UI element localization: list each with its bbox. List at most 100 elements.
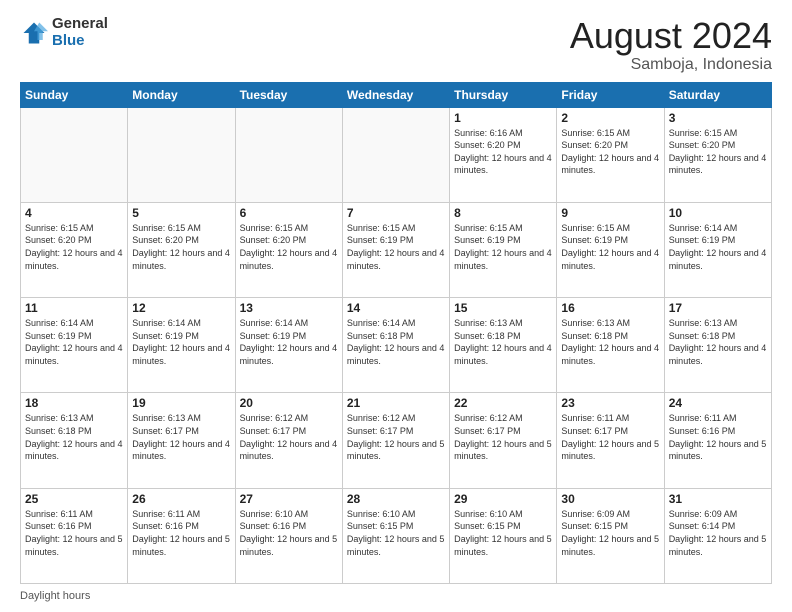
table-row: 29 Sunrise: 6:10 AMSunset: 6:15 PMDayligh… xyxy=(450,488,557,583)
day-number: 8 xyxy=(454,206,552,220)
location: Samboja, Indonesia xyxy=(570,56,772,74)
day-number: 20 xyxy=(240,396,338,410)
day-number: 2 xyxy=(561,111,659,125)
day-info: Sunrise: 6:11 AMSunset: 6:16 PMDaylight:… xyxy=(132,508,230,558)
col-saturday: Saturday xyxy=(664,82,771,107)
calendar-table: Sunday Monday Tuesday Wednesday Thursday… xyxy=(20,82,772,584)
day-number: 26 xyxy=(132,492,230,506)
table-row: 13 Sunrise: 6:14 AMSunset: 6:19 PMDayligh… xyxy=(235,298,342,393)
table-row: 19Sunrise: 6:13 AMSunset: 6:17 PMDayligh… xyxy=(128,393,235,488)
table-row: 30 Sunrise: 6:09 AMSunset: 6:15 PMDayligh… xyxy=(557,488,664,583)
col-sunday: Sunday xyxy=(21,82,128,107)
title-block: August 2024 Samboja, Indonesia xyxy=(570,16,772,74)
day-info: Sunrise: 6:15 AMSunset: 6:20 PMDaylight:… xyxy=(561,127,659,177)
day-number: 9 xyxy=(561,206,659,220)
table-row: 21 Sunrise: 6:12 AMSunset: 6:17 PMDayligh… xyxy=(342,393,449,488)
logo: General Blue xyxy=(20,16,108,49)
day-number: 31 xyxy=(669,492,767,506)
col-wednesday: Wednesday xyxy=(342,82,449,107)
table-row: 22 Sunrise: 6:12 AMSunset: 6:17 PMDayligh… xyxy=(450,393,557,488)
table-row xyxy=(235,107,342,202)
table-row: 17Sunrise: 6:13 AMSunset: 6:18 PMDayligh… xyxy=(664,298,771,393)
header: General Blue August 2024 Samboja, Indone… xyxy=(20,16,772,74)
day-info: Sunrise: 6:15 AMSunset: 6:20 PMDaylight:… xyxy=(132,222,230,272)
day-number: 5 xyxy=(132,206,230,220)
day-number: 12 xyxy=(132,301,230,315)
table-row: 16 Sunrise: 6:13 AMSunset: 6:18 PMDayligh… xyxy=(557,298,664,393)
calendar-week-row: 11 Sunrise: 6:14 AMSunset: 6:19 PMDayligh… xyxy=(21,298,772,393)
day-info: Sunrise: 6:12 AMSunset: 6:17 PMDaylight:… xyxy=(240,412,338,462)
table-row: 2 Sunrise: 6:15 AMSunset: 6:20 PMDaylight… xyxy=(557,107,664,202)
table-row: 7 Sunrise: 6:15 AMSunset: 6:19 PMDaylight… xyxy=(342,202,449,297)
day-number: 17 xyxy=(669,301,767,315)
day-info: Sunrise: 6:14 AMSunset: 6:19 PMDaylight:… xyxy=(669,222,767,272)
table-row: 18Sunrise: 6:13 AMSunset: 6:18 PMDayligh… xyxy=(21,393,128,488)
day-info: Sunrise: 6:15 AMSunset: 6:20 PMDaylight:… xyxy=(669,127,767,177)
col-tuesday: Tuesday xyxy=(235,82,342,107)
table-row: 1Sunrise: 6:16 AMSunset: 6:20 PMDaylight… xyxy=(450,107,557,202)
logo-text: General Blue xyxy=(52,16,108,49)
col-monday: Monday xyxy=(128,82,235,107)
day-number: 24 xyxy=(669,396,767,410)
day-info: Sunrise: 6:10 AMSunset: 6:15 PMDaylight:… xyxy=(454,508,552,558)
day-number: 30 xyxy=(561,492,659,506)
day-number: 13 xyxy=(240,301,338,315)
calendar-week-row: 1Sunrise: 6:16 AMSunset: 6:20 PMDaylight… xyxy=(21,107,772,202)
day-info: Sunrise: 6:14 AMSunset: 6:19 PMDaylight:… xyxy=(25,317,123,367)
day-info: Sunrise: 6:14 AMSunset: 6:19 PMDaylight:… xyxy=(132,317,230,367)
table-row xyxy=(128,107,235,202)
day-info: Sunrise: 6:11 AMSunset: 6:16 PMDaylight:… xyxy=(669,412,767,462)
day-number: 14 xyxy=(347,301,445,315)
table-row: 28Sunrise: 6:10 AMSunset: 6:15 PMDayligh… xyxy=(342,488,449,583)
day-info: Sunrise: 6:14 AMSunset: 6:18 PMDaylight:… xyxy=(347,317,445,367)
calendar-header-row: Sunday Monday Tuesday Wednesday Thursday… xyxy=(21,82,772,107)
day-number: 15 xyxy=(454,301,552,315)
day-number: 25 xyxy=(25,492,123,506)
day-info: Sunrise: 6:14 AMSunset: 6:19 PMDaylight:… xyxy=(240,317,338,367)
table-row: 27 Sunrise: 6:10 AMSunset: 6:16 PMDayligh… xyxy=(235,488,342,583)
day-info: Sunrise: 6:12 AMSunset: 6:17 PMDaylight:… xyxy=(347,412,445,462)
table-row: 3 Sunrise: 6:15 AMSunset: 6:20 PMDaylight… xyxy=(664,107,771,202)
logo-general-text: General xyxy=(52,16,108,33)
day-info: Sunrise: 6:13 AMSunset: 6:18 PMDaylight:… xyxy=(561,317,659,367)
table-row xyxy=(342,107,449,202)
day-number: 21 xyxy=(347,396,445,410)
logo-icon xyxy=(20,19,48,47)
day-number: 27 xyxy=(240,492,338,506)
day-number: 6 xyxy=(240,206,338,220)
table-row: 15Sunrise: 6:13 AMSunset: 6:18 PMDayligh… xyxy=(450,298,557,393)
day-number: 7 xyxy=(347,206,445,220)
table-row: 25Sunrise: 6:11 AMSunset: 6:16 PMDayligh… xyxy=(21,488,128,583)
table-row: 26 Sunrise: 6:11 AMSunset: 6:16 PMDayligh… xyxy=(128,488,235,583)
day-info: Sunrise: 6:13 AMSunset: 6:18 PMDaylight:… xyxy=(25,412,123,462)
day-info: Sunrise: 6:15 AMSunset: 6:20 PMDaylight:… xyxy=(25,222,123,272)
day-info: Sunrise: 6:12 AMSunset: 6:17 PMDaylight:… xyxy=(454,412,552,462)
calendar-week-row: 18Sunrise: 6:13 AMSunset: 6:18 PMDayligh… xyxy=(21,393,772,488)
day-info: Sunrise: 6:15 AMSunset: 6:19 PMDaylight:… xyxy=(347,222,445,272)
col-friday: Friday xyxy=(557,82,664,107)
page: General Blue August 2024 Samboja, Indone… xyxy=(0,0,792,612)
footer: Daylight hours xyxy=(20,590,772,602)
day-info: Sunrise: 6:10 AMSunset: 6:16 PMDaylight:… xyxy=(240,508,338,558)
day-info: Sunrise: 6:11 AMSunset: 6:17 PMDaylight:… xyxy=(561,412,659,462)
day-number: 19 xyxy=(132,396,230,410)
table-row: 6 Sunrise: 6:15 AMSunset: 6:20 PMDaylight… xyxy=(235,202,342,297)
day-info: Sunrise: 6:09 AMSunset: 6:15 PMDaylight:… xyxy=(561,508,659,558)
calendar-week-row: 4Sunrise: 6:15 AMSunset: 6:20 PMDaylight… xyxy=(21,202,772,297)
day-number: 29 xyxy=(454,492,552,506)
day-number: 16 xyxy=(561,301,659,315)
day-info: Sunrise: 6:15 AMSunset: 6:19 PMDaylight:… xyxy=(561,222,659,272)
day-info: Sunrise: 6:09 AMSunset: 6:14 PMDaylight:… xyxy=(669,508,767,558)
table-row: 10 Sunrise: 6:14 AMSunset: 6:19 PMDayligh… xyxy=(664,202,771,297)
day-number: 22 xyxy=(454,396,552,410)
day-number: 11 xyxy=(25,301,123,315)
day-number: 10 xyxy=(669,206,767,220)
daylight-label: Daylight hours xyxy=(20,590,90,602)
day-number: 28 xyxy=(347,492,445,506)
day-info: Sunrise: 6:15 AMSunset: 6:20 PMDaylight:… xyxy=(240,222,338,272)
table-row xyxy=(21,107,128,202)
table-row: 8Sunrise: 6:15 AMSunset: 6:19 PMDaylight… xyxy=(450,202,557,297)
table-row: 9 Sunrise: 6:15 AMSunset: 6:19 PMDaylight… xyxy=(557,202,664,297)
col-thursday: Thursday xyxy=(450,82,557,107)
day-number: 3 xyxy=(669,111,767,125)
